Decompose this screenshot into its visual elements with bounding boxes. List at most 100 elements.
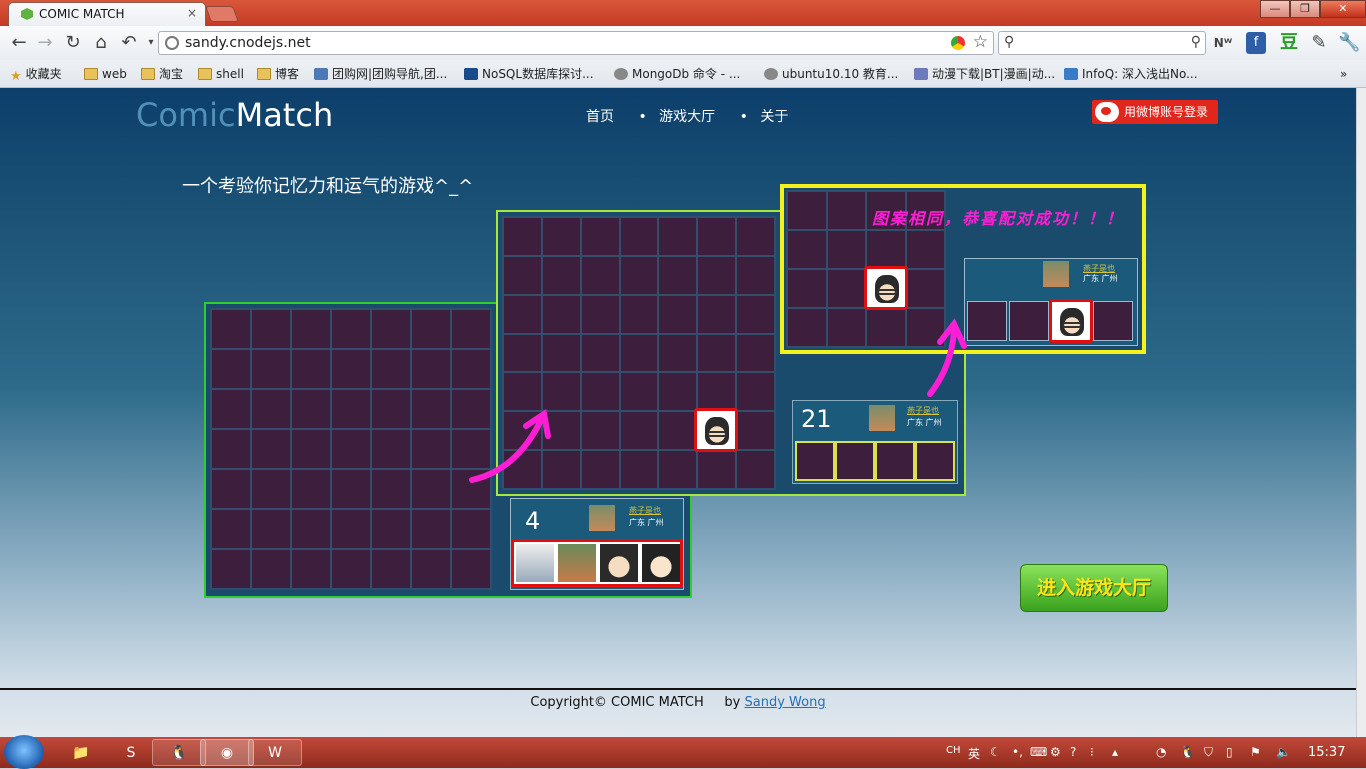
card-back[interactable] <box>331 429 371 469</box>
card-back[interactable] <box>503 372 542 412</box>
card-back[interactable] <box>211 389 251 429</box>
language-indicator[interactable]: CH <box>946 745 961 756</box>
enter-game-hall-button[interactable]: 进入游戏大厅 <box>1020 564 1168 612</box>
card-back[interactable] <box>211 349 251 389</box>
bookmarks-overflow-button[interactable]: » <box>1340 65 1347 83</box>
site-logo[interactable]: ComicMatch <box>136 96 333 134</box>
card-back[interactable] <box>736 217 775 256</box>
card-back[interactable] <box>411 429 451 469</box>
bookmark-ubuntu[interactable]: ubuntu10.10 教育... <box>764 65 898 83</box>
douban-extension-icon[interactable]: 豆 <box>1278 32 1300 54</box>
card-back[interactable] <box>503 333 542 373</box>
fetion-extension-icon[interactable]: f <box>1246 32 1266 54</box>
card-back[interactable] <box>541 294 581 334</box>
card-back[interactable] <box>331 309 371 349</box>
card-back[interactable] <box>658 255 698 295</box>
card-back[interactable] <box>619 333 659 373</box>
card-back[interactable] <box>451 509 491 549</box>
card-back[interactable] <box>411 349 451 389</box>
maximize-button[interactable]: ❐ <box>1290 0 1320 18</box>
back-icon[interactable]: ← <box>8 32 30 54</box>
card-back[interactable] <box>787 230 827 269</box>
card-back[interactable] <box>580 450 620 489</box>
card-back[interactable] <box>251 429 291 469</box>
bookmark-folder-web[interactable]: web <box>84 65 127 83</box>
card-back[interactable] <box>451 309 491 349</box>
card-back[interactable] <box>787 191 827 230</box>
network-icon[interactable]: ◔ <box>1156 745 1166 759</box>
revealed-card-conan[interactable] <box>864 266 908 310</box>
card-back[interactable] <box>736 255 775 295</box>
card-back[interactable] <box>658 450 698 489</box>
card-back[interactable] <box>736 333 775 373</box>
card-back[interactable] <box>541 372 581 412</box>
card-back[interactable] <box>866 308 906 347</box>
bookmark-infoq[interactable]: InfoQ: 深入浅出No... <box>1064 65 1198 83</box>
card-back[interactable] <box>787 308 827 347</box>
nav-about[interactable]: 关于 <box>760 109 788 125</box>
card-back[interactable] <box>251 349 291 389</box>
chrome-taskbar-icon[interactable]: ◉ <box>200 739 254 766</box>
undo-icon[interactable]: ↶ <box>118 32 140 54</box>
chrome-extension-icon[interactable] <box>951 36 965 50</box>
card-back[interactable] <box>697 294 737 334</box>
device-icon[interactable]: ▯ <box>1226 745 1233 759</box>
bookmark-star-icon[interactable]: ☆ <box>973 32 988 52</box>
home-icon[interactable]: ⌂ <box>90 32 112 54</box>
bookmark-folder-taobao[interactable]: 淘宝 <box>141 65 183 83</box>
vertical-scrollbar[interactable] <box>1356 88 1366 737</box>
card-back[interactable] <box>736 294 775 334</box>
search-engine-icon[interactable]: ⚲ <box>1004 34 1014 50</box>
revealed-card-conan[interactable] <box>694 408 738 452</box>
address-bar[interactable]: sandy.cnodejs.net ☆ <box>158 31 994 55</box>
card-back[interactable] <box>826 230 866 269</box>
card-back[interactable] <box>331 349 371 389</box>
explorer-taskbar-icon[interactable]: 📁 <box>54 739 108 766</box>
card-back[interactable] <box>736 411 775 451</box>
card-back[interactable] <box>331 389 371 429</box>
weibo-login-button[interactable]: 用微博账号登录 <box>1092 100 1218 124</box>
card-back[interactable] <box>826 308 866 347</box>
bookmark-folder-blog[interactable]: 博客 <box>257 65 299 83</box>
search-go-icon[interactable]: ⚲ <box>1191 34 1201 50</box>
card-back[interactable] <box>411 469 451 509</box>
card-back[interactable] <box>211 309 251 349</box>
player-name[interactable]: 燕子是也 <box>629 505 661 516</box>
card-back[interactable] <box>451 549 491 589</box>
nav-home[interactable]: 首页 <box>586 109 614 125</box>
card-back[interactable] <box>371 389 411 429</box>
start-button[interactable] <box>4 735 44 769</box>
wrench-menu-icon[interactable]: 🔧 <box>1338 32 1360 54</box>
punctuation-icon[interactable]: •, <box>1012 745 1023 759</box>
card-back[interactable] <box>658 411 698 451</box>
card-back[interactable] <box>251 509 291 549</box>
card-back[interactable] <box>580 372 620 412</box>
card-back[interactable] <box>211 509 251 549</box>
card-back[interactable] <box>291 309 331 349</box>
card-back[interactable] <box>541 255 581 295</box>
card-back[interactable] <box>371 509 411 549</box>
author-link[interactable]: Sandy Wong <box>745 695 826 710</box>
search-input[interactable]: ⚲ ⚲ <box>998 31 1206 55</box>
tab-close-icon[interactable]: × <box>187 6 197 20</box>
card-back[interactable] <box>619 411 659 451</box>
card-back[interactable] <box>251 309 291 349</box>
card-back[interactable] <box>291 509 331 549</box>
tools-extension-icon[interactable]: ✎ <box>1308 32 1330 54</box>
card-back[interactable] <box>211 549 251 589</box>
card-back[interactable] <box>371 309 411 349</box>
card-back[interactable] <box>619 450 659 489</box>
card-back[interactable] <box>291 429 331 469</box>
card-back[interactable] <box>826 191 866 230</box>
card-back[interactable] <box>697 372 737 412</box>
bookmark-nosql[interactable]: NoSQL数据库探讨... <box>464 65 594 83</box>
card-back[interactable] <box>291 469 331 509</box>
card-back[interactable] <box>291 349 331 389</box>
nav-game-hall[interactable]: 游戏大厅 <box>659 109 715 125</box>
bookmark-mongodb[interactable]: MongoDb 命令 - ... <box>614 65 740 83</box>
card-back[interactable] <box>866 230 906 269</box>
card-back[interactable] <box>580 411 620 451</box>
card-back[interactable] <box>503 294 542 334</box>
card-back[interactable] <box>658 294 698 334</box>
help-icon[interactable]: ? <box>1070 745 1076 759</box>
